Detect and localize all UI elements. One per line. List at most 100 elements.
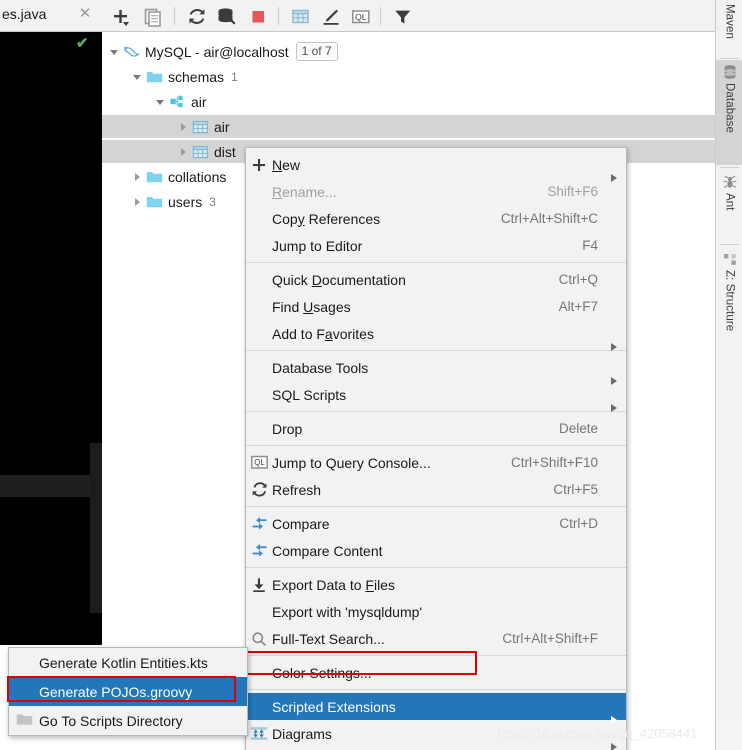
chevron-right-icon[interactable] (177, 145, 190, 158)
editor-code-area[interactable] (0, 32, 102, 645)
tool-tab-structure-label: Z: Structure (723, 270, 736, 332)
chevron-down-icon[interactable] (131, 70, 144, 83)
compare-icon (251, 516, 268, 531)
menu-icon-placeholder (246, 381, 272, 408)
menu-item-label: Drop (272, 420, 303, 437)
menu-item-shortcut: Delete (558, 421, 598, 436)
editor-tab-label[interactable]: es.java (2, 6, 46, 22)
menu-item-label: Compare (272, 515, 330, 532)
menu-icon-placeholder (246, 598, 272, 625)
tool-tab-maven[interactable]: Maven (716, 0, 742, 56)
menu-item-export-data-to-files[interactable]: Export Data to Files (246, 571, 626, 598)
menu-icon-placeholder (246, 659, 272, 686)
tool-tab-structure[interactable]: Z: Structure (716, 247, 742, 331)
modify-table-button[interactable] (320, 6, 342, 27)
submenu-item-label: Generate POJOs.groovy (39, 683, 193, 700)
ant-bug-icon (722, 174, 738, 190)
submenu-item-generate-pojos-groovy[interactable]: Generate POJOs.groovy (9, 677, 247, 706)
application-window: es.java ✕ ✔ QL MySQL - air@localhost 1 o… (0, 0, 742, 750)
toolbar-divider (380, 7, 381, 25)
tool-tab-database[interactable]: Database (716, 60, 742, 165)
table-grid-icon (192, 119, 209, 135)
chevron-right-icon[interactable] (131, 170, 144, 183)
tree-row[interactable]: MySQL - air@localhost 1 of 7 (102, 40, 715, 63)
menu-icon-placeholder (246, 320, 272, 347)
menu-item-rename[interactable]: Rename... Shift+F6 (246, 178, 626, 205)
jump-to-query-console-button[interactable]: QL (350, 6, 372, 27)
watermark-backdrop (716, 720, 742, 750)
divider (720, 167, 739, 168)
submenu-item-label: Generate Kotlin Entities.kts (39, 654, 208, 671)
table-grid-icon (192, 144, 209, 160)
scripted-extensions-submenu[interactable]: Generate Kotlin Entities.kts Generate POJ… (8, 647, 248, 736)
menu-item-compare[interactable]: Compare Ctrl+D (246, 510, 626, 537)
menu-item-label: Add to Favorites (272, 325, 374, 342)
filter-button[interactable] (392, 6, 414, 27)
menu-item-shortcut: Ctrl+F5 (553, 482, 598, 497)
synchronize-button[interactable] (186, 6, 208, 27)
right-tool-window-bar: Maven Database Ant Z: Structure (715, 0, 742, 750)
add-dropdown-button[interactable] (110, 6, 132, 27)
tree-row[interactable]: air (102, 90, 715, 113)
tree-row[interactable]: schemas 1 (102, 65, 715, 88)
menu-item-quick-documentation[interactable]: Quick Documentation Ctrl+Q (246, 266, 626, 293)
menu-item-sql-scripts[interactable]: SQL Scripts (246, 381, 626, 412)
chevron-down-icon[interactable] (154, 95, 167, 108)
tree-row-label: air (191, 93, 207, 110)
green-check-icon: ✔ (76, 35, 89, 52)
menu-separator (246, 350, 626, 351)
menu-item-drop[interactable]: Drop Delete (246, 415, 626, 442)
export-down-icon (246, 571, 272, 598)
menu-icon-placeholder (246, 693, 272, 720)
ql-console-icon: QL (246, 449, 272, 476)
menu-item-copy-references[interactable]: Copy References Ctrl+Alt+Shift+C (246, 205, 626, 232)
menu-separator (246, 506, 626, 507)
menu-item-label: Database Tools (272, 359, 369, 376)
menu-item-label: Refresh (272, 481, 322, 498)
menu-item-new[interactable]: New (246, 151, 626, 182)
chevron-down-icon[interactable] (108, 45, 121, 58)
duplicate-button[interactable] (142, 6, 164, 27)
context-menu[interactable]: New Rename... Shift+F6 Copy References Ctrl+… (245, 147, 627, 750)
export-down-icon (251, 577, 267, 593)
chevron-right-icon[interactable] (177, 120, 190, 133)
divider (720, 58, 739, 59)
menu-item-database-tools[interactable]: Database Tools (246, 354, 626, 385)
compare-icon (251, 543, 268, 558)
database-toolbar: QL (102, 0, 715, 32)
schema-icon (169, 94, 186, 110)
menu-item-label: New (272, 156, 301, 173)
menu-item-label: Rename... (272, 183, 337, 200)
open-table-editor-button[interactable] (290, 6, 312, 27)
close-icon[interactable]: ✕ (78, 6, 92, 21)
menu-item-full-text-search[interactable]: Full-Text Search... Ctrl+Alt+Shift+F (246, 625, 626, 652)
diagrams-icon (250, 726, 268, 741)
menu-item-compare-content[interactable]: Compare Content (246, 537, 626, 564)
submenu-item-generate-kotlin-entities-kts[interactable]: Generate Kotlin Entities.kts (9, 648, 247, 677)
tool-tab-ant-label: Ant (723, 193, 736, 211)
ql-console-icon: QL (250, 455, 268, 470)
folder-icon (9, 706, 39, 735)
submenu-item-label: Go To Scripts Directory (39, 712, 183, 729)
data-sources-properties-button[interactable] (216, 6, 238, 27)
menu-item-find-usages[interactable]: Find Usages Alt+F7 (246, 293, 626, 320)
submenu-item-go-to-scripts-directory[interactable]: Go To Scripts Directory (9, 706, 247, 735)
menu-item-jump-to-query-console[interactable]: QL Jump to Query Console... Ctrl+Shift+F10 (246, 449, 626, 476)
menu-item-add-to-favorites[interactable]: Add to Favorites (246, 320, 626, 351)
menu-item-label: Scripted Extensions (272, 698, 396, 715)
svg-text:QL: QL (254, 458, 265, 467)
menu-item-refresh[interactable]: Refresh Ctrl+F5 (246, 476, 626, 503)
menu-separator (246, 411, 626, 412)
tree-row[interactable]: air (102, 115, 715, 138)
tool-tab-ant[interactable]: Ant (716, 170, 742, 242)
menu-item-scripted-extensions[interactable]: Scripted Extensions (246, 693, 626, 724)
stop-button[interactable] (248, 6, 270, 27)
menu-item-shortcut: Ctrl+Shift+F10 (510, 455, 598, 470)
menu-item-color-settings[interactable]: Color Settings... (246, 659, 626, 686)
menu-item-jump-to-editor[interactable]: Jump to Editor F4 (246, 232, 626, 259)
folder-icon (146, 69, 163, 85)
chevron-right-icon[interactable] (131, 195, 144, 208)
menu-item-export-with-mysqldump[interactable]: Export with 'mysqldump' (246, 598, 626, 625)
menu-icon-placeholder (246, 205, 272, 232)
tree-row-label: MySQL - air@localhost (145, 43, 289, 60)
